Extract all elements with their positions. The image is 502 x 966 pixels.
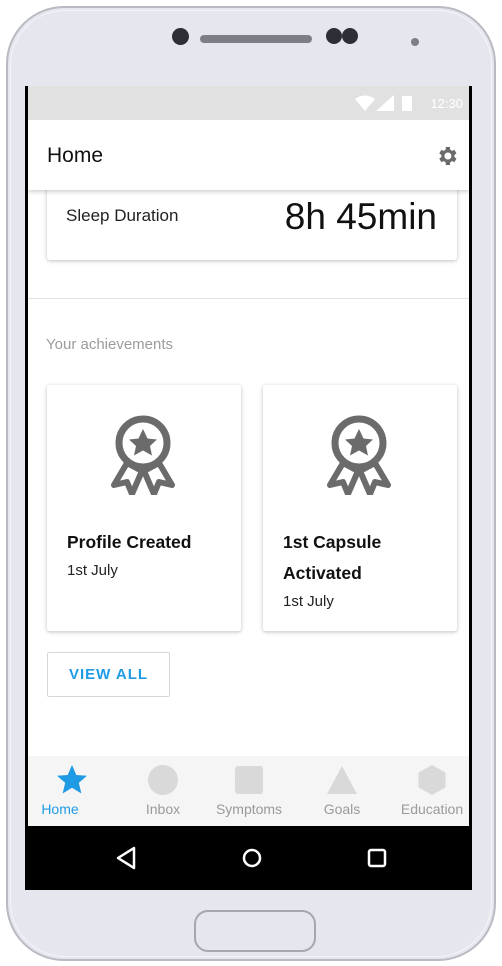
achievement-title-text: 1st Capsule Activated [283, 532, 382, 583]
earpiece-speaker [200, 35, 312, 43]
nav-label-inbox: Inbox [145, 801, 181, 817]
section-divider [28, 298, 469, 299]
wifi-icon [355, 95, 375, 111]
bottom-navigation: Home Inbox Symptoms Goals Education [28, 756, 469, 826]
app-content: Home Sleep Duration 8h 45min Your achiev… [28, 120, 469, 826]
front-camera [172, 28, 189, 45]
star-icon [57, 765, 87, 794]
system-navigation-bar [28, 826, 469, 890]
sleep-duration-card: Sleep Duration 8h 45min [47, 184, 457, 260]
sensor-dot-large [326, 28, 342, 44]
recent-apps-icon[interactable] [363, 844, 391, 872]
status-time: 12:30 [430, 96, 463, 111]
achievements-heading: Your achievements [46, 336, 174, 353]
gear-icon[interactable] [435, 144, 459, 168]
award-ribbon-icon [327, 415, 391, 495]
achievement-title-text: Profile Created [67, 532, 192, 552]
nav-item-symptoms[interactable]: Symptoms [205, 756, 293, 826]
circle-icon [148, 765, 178, 795]
nav-item-goals[interactable]: Goals [298, 756, 386, 826]
nav-label-goals: Goals [323, 801, 361, 817]
sleep-duration-label: Sleep Duration [66, 206, 179, 225]
hexagon-icon [418, 765, 446, 795]
nav-item-home[interactable]: Home [28, 756, 116, 826]
achievement-title: Profile Created 1st July [67, 527, 232, 584]
nav-item-education[interactable]: Education [388, 756, 469, 826]
achievement-card-capsule-activated[interactable]: 1st Capsule Activated 1st July [263, 385, 457, 631]
achievement-card-profile-created[interactable]: Profile Created 1st July [47, 385, 241, 631]
home-circle-icon[interactable] [238, 844, 266, 872]
triangle-icon [327, 766, 357, 794]
view-all-button[interactable]: VIEW ALL [47, 652, 170, 697]
back-icon[interactable] [112, 844, 140, 872]
achievement-date: 1st July [67, 562, 118, 579]
battery-icon [402, 96, 412, 111]
achievement-date: 1st July [283, 593, 334, 610]
square-icon [235, 766, 263, 794]
nav-label-home: Home [41, 801, 79, 817]
nav-label-symptoms: Symptoms [215, 801, 283, 817]
app-header: Home [28, 120, 469, 190]
signal-icon [376, 95, 394, 111]
award-ribbon-icon [111, 415, 175, 495]
achievement-title: 1st Capsule Activated 1st July [283, 527, 433, 615]
page-title: Home [47, 144, 104, 167]
device-screen: 12:30 Home Sleep Duration 8h 45min Your … [25, 86, 472, 890]
nav-item-inbox[interactable]: Inbox [119, 756, 207, 826]
hardware-home-button[interactable] [194, 910, 316, 952]
status-bar: 12:30 [28, 86, 469, 120]
sensor-dot-large-2 [342, 28, 358, 44]
nav-label-education: Education [400, 801, 464, 817]
proximity-sensor [411, 38, 419, 46]
sleep-duration-value: 8h 45min [284, 196, 437, 237]
